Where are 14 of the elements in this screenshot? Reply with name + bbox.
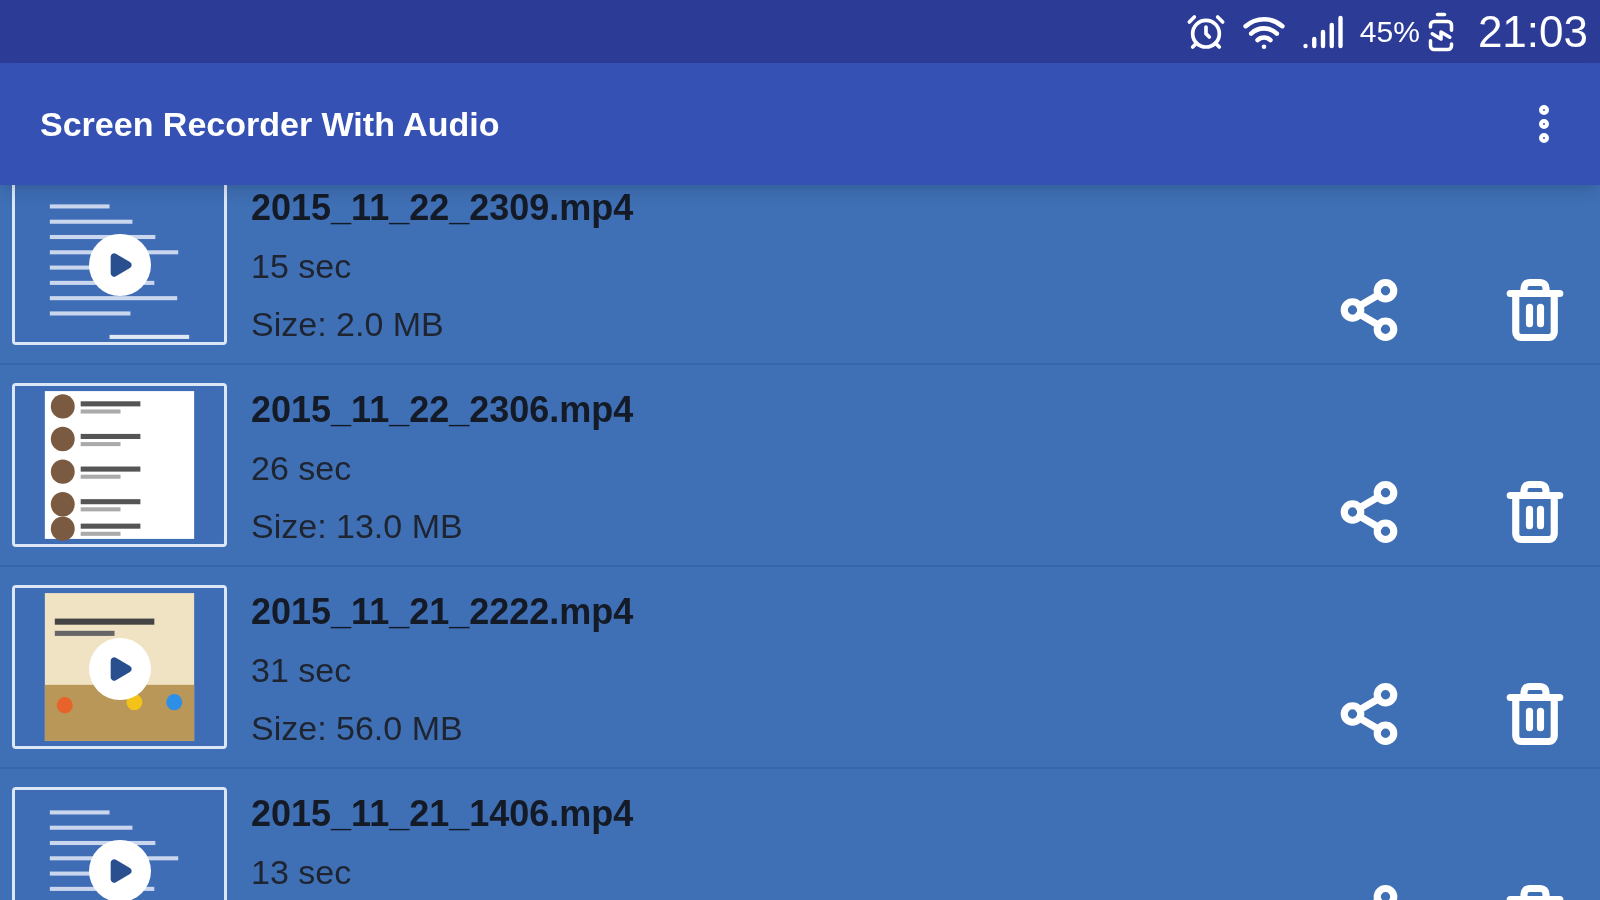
battery-percentage: 45% — [1359, 14, 1420, 50]
file-size: Size: 2.0 MB — [251, 304, 445, 345]
duration: 13 sec — [251, 852, 353, 893]
duration: 31 sec — [251, 650, 353, 691]
duration: 15 sec — [251, 246, 353, 287]
file-size: Size: 56.0 MB — [251, 708, 464, 749]
file-name: 2015_11_22_2309.mp4 — [251, 187, 635, 229]
duration: 26 sec — [251, 448, 353, 489]
file-size: Size: 13.0 MB — [251, 506, 464, 547]
file-name: 2015_11_22_2306.mp4 — [251, 389, 635, 431]
app-title: Screen Recorder With Audio — [40, 103, 500, 145]
clock: 21:03 — [1477, 5, 1588, 58]
file-name: 2015_11_21_1406.mp4 — [251, 793, 635, 835]
file-name: 2015_11_21_2222.mp4 — [251, 591, 635, 633]
